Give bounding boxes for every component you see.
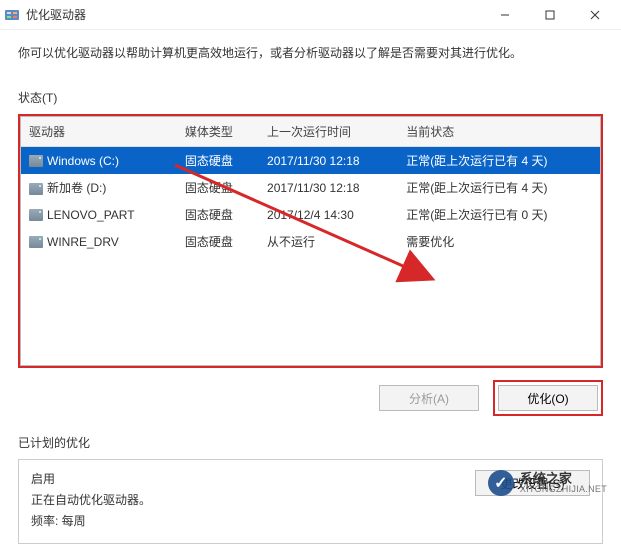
cell-status: 正常(距上次运行已有 0 天) (398, 201, 600, 228)
schedule-section-label: 已计划的优化 (0, 416, 621, 455)
description-text: 你可以优化驱动器以帮助计算机更高效地运行，或者分析驱动器以了解是否需要对其进行优… (0, 30, 621, 75)
drive-icon (29, 183, 43, 195)
cell-status: 需要优化 (398, 228, 600, 255)
drive-name: LENOVO_PART (47, 208, 135, 222)
drive-name: Windows (C:) (47, 154, 119, 168)
cell-last_run: 2017/11/30 12:18 (259, 174, 398, 201)
close-button[interactable] (572, 1, 617, 29)
drive-icon (29, 209, 43, 221)
table-row[interactable]: 新加卷 (D:) 固态硬盘2017/11/30 12:18正常(距上次运行已有 4… (21, 174, 600, 201)
cell-status: 正常(距上次运行已有 4 天) (398, 174, 600, 201)
cell-last_run: 2017/11/30 12:18 (259, 147, 398, 175)
window-controls (482, 1, 617, 29)
minimize-button[interactable] (482, 1, 527, 29)
titlebar: 优化驱动器 (0, 0, 621, 30)
watermark-en: XITONGZHIJIA.NET (520, 485, 607, 494)
drive-icon (29, 155, 43, 167)
drive-name: 新加卷 (D:) (47, 181, 106, 195)
cell-last_run: 2017/12/4 14:30 (259, 201, 398, 228)
col-last-run[interactable]: 上一次运行时间 (259, 117, 398, 147)
table-row[interactable]: LENOVO_PART 固态硬盘2017/12/4 14:30正常(距上次运行已有… (21, 201, 600, 228)
watermark: ✓ 系统之家 XITONGZHIJIA.NET (488, 470, 607, 496)
cell-media: 固态硬盘 (177, 147, 259, 175)
table-row[interactable]: WINRE_DRV 固态硬盘从不运行需要优化 (21, 228, 600, 255)
schedule-frequency: 频率: 每周 (31, 512, 151, 529)
watermark-logo-icon: ✓ (488, 470, 514, 496)
optimize-button[interactable]: 优化(O) (498, 385, 598, 411)
action-buttons-row: 分析(A) 优化(O) (0, 380, 603, 416)
schedule-enabled-desc: 正在自动优化驱动器。 (31, 491, 151, 508)
cell-media: 固态硬盘 (177, 201, 259, 228)
table-row[interactable]: Windows (C:) 固态硬盘2017/11/30 12:18正常(距上次运行… (21, 147, 600, 175)
drive-icon (29, 236, 43, 248)
cell-media: 固态硬盘 (177, 174, 259, 201)
col-media[interactable]: 媒体类型 (177, 117, 259, 147)
drives-table-highlight: 驱动器 媒体类型 上一次运行时间 当前状态 Windows (C:)固态硬盘20… (18, 114, 603, 368)
drives-table: 驱动器 媒体类型 上一次运行时间 当前状态 Windows (C:)固态硬盘20… (21, 117, 600, 255)
cell-last_run: 从不运行 (259, 228, 398, 255)
analyze-button[interactable]: 分析(A) (379, 385, 479, 411)
maximize-button[interactable] (527, 1, 572, 29)
col-drive[interactable]: 驱动器 (21, 117, 177, 147)
col-status[interactable]: 当前状态 (398, 117, 600, 147)
drive-name: WINRE_DRV (47, 235, 119, 249)
window-title: 优化驱动器 (26, 6, 482, 23)
optimize-button-highlight: 优化(O) (493, 380, 603, 416)
status-section-label: 状态(T) (0, 75, 621, 110)
cell-media: 固态硬盘 (177, 228, 259, 255)
cell-status: 正常(距上次运行已有 4 天) (398, 147, 600, 175)
defrag-icon (4, 7, 20, 23)
schedule-enabled-title: 启用 (31, 470, 151, 487)
